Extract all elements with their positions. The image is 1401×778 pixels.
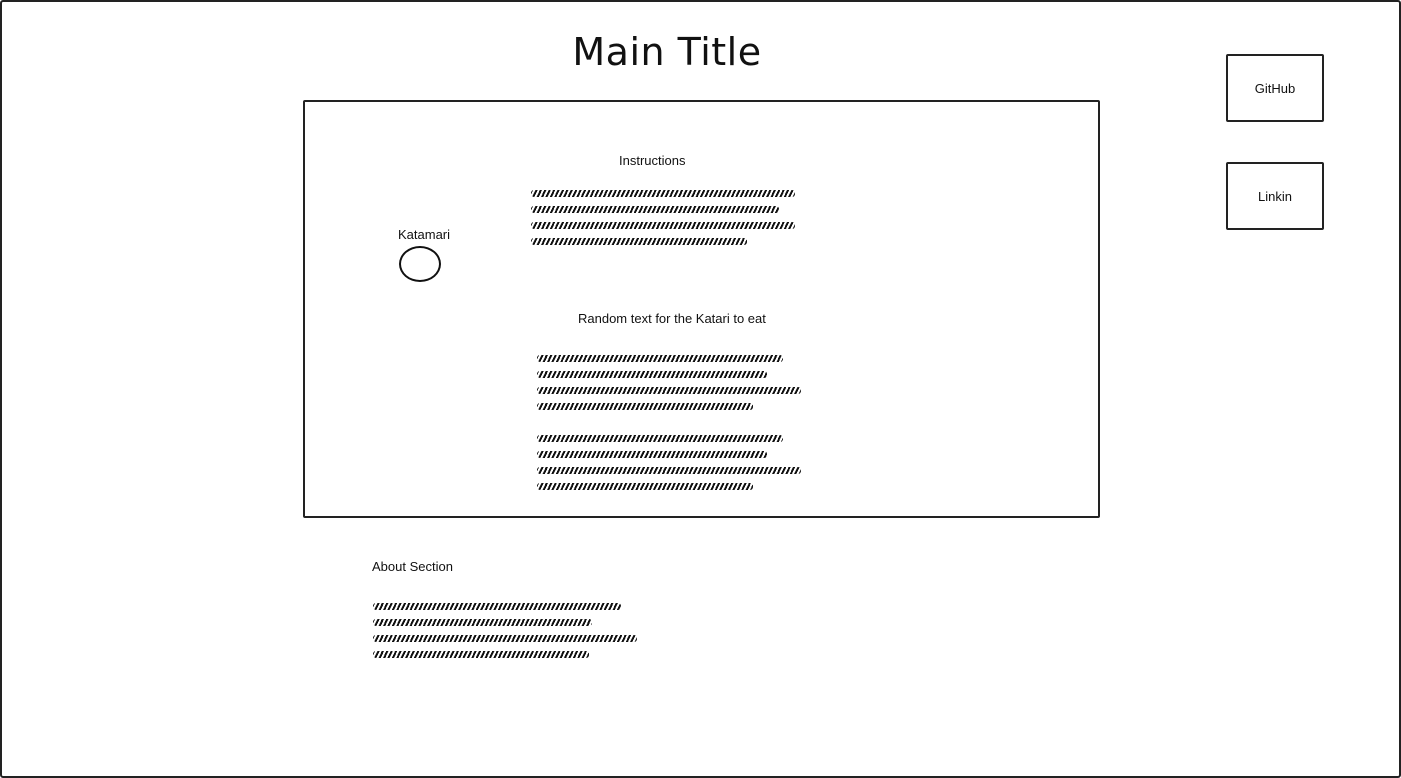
- about-placeholder-text: [373, 603, 637, 658]
- linkin-button[interactable]: Linkin: [1226, 162, 1324, 230]
- random-text-paragraph: [537, 435, 801, 490]
- github-button[interactable]: GitHub: [1226, 54, 1324, 122]
- katamari-label: Katamari: [398, 227, 451, 242]
- page-title: Main Title: [572, 30, 762, 74]
- instructions-placeholder-text: [531, 190, 795, 245]
- random-text-paragraph: [537, 355, 801, 410]
- wireframe-page: Main Title GitHub Linkin Katamari Instru…: [0, 0, 1401, 778]
- about-heading: About Section: [372, 559, 453, 574]
- katamari-ball[interactable]: [399, 246, 441, 282]
- game-area[interactable]: Katamari Instructions Random text for th…: [303, 100, 1100, 518]
- instructions-heading: Instructions: [619, 153, 686, 168]
- random-text-heading: Random text for the Katari to eat: [578, 311, 766, 326]
